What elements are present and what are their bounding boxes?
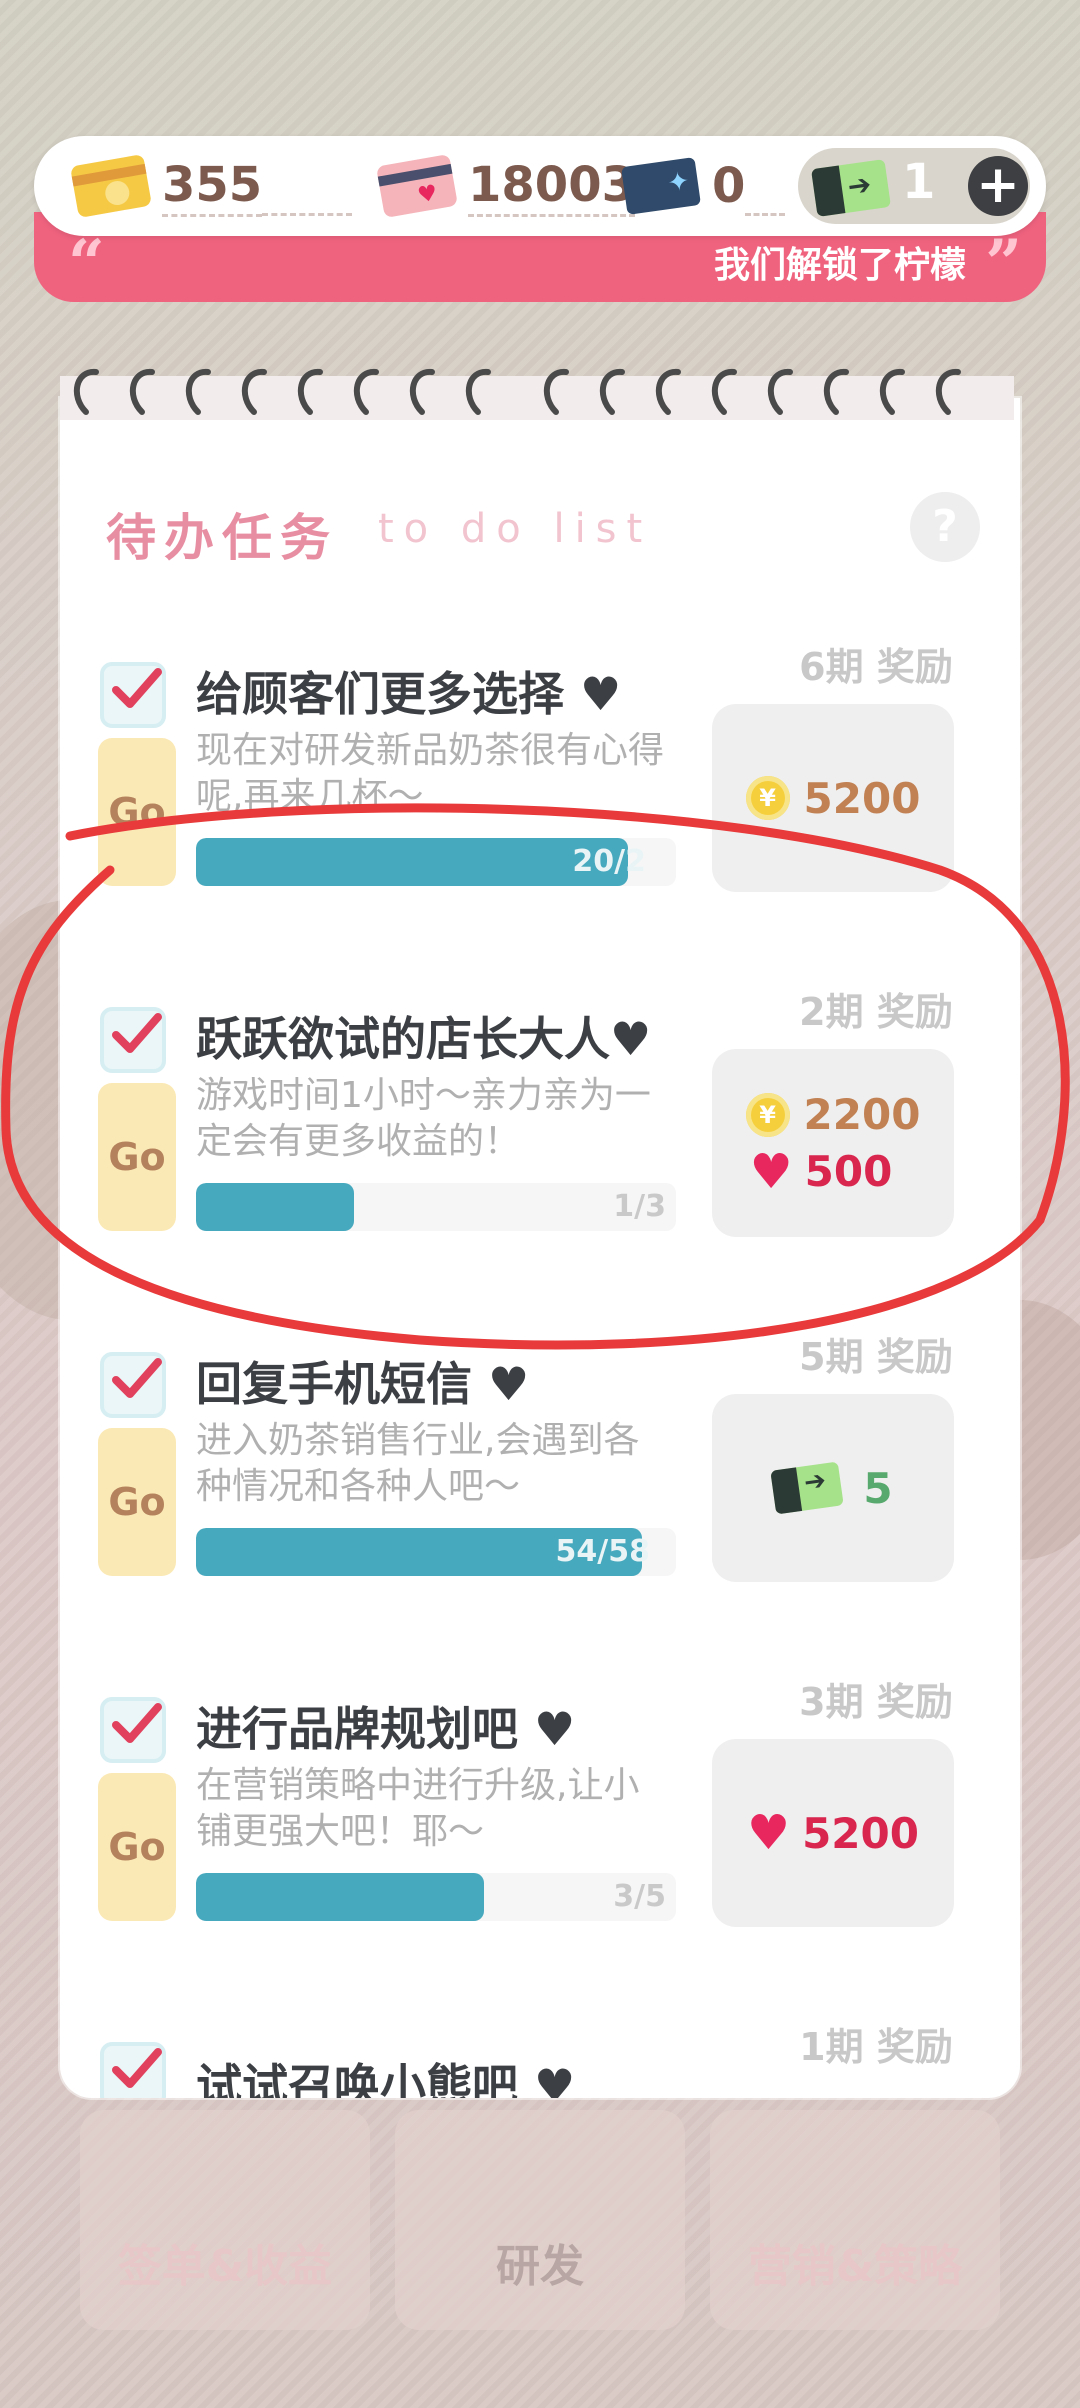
nav-label: 签单&收益 — [117, 2241, 333, 2292]
add-currency-button[interactable]: + — [968, 156, 1028, 216]
task-name: 回复手机短信 ♥ — [196, 1357, 530, 1411]
reward-value: 5200 — [802, 1808, 919, 1858]
reward-box[interactable]: ¥ 5200 — [712, 704, 954, 892]
progress-fill — [196, 1873, 484, 1921]
nav-tile-orders[interactable]: 签单&收益 — [80, 2110, 370, 2330]
coin-icon: ¥ — [745, 1092, 790, 1137]
progress-text: 3/5 — [613, 1879, 666, 1914]
task-name: 给顾客们更多选择 ♥ — [196, 667, 622, 721]
bottom-nav: 签单&收益 研发 营销&策略 — [80, 2080, 1000, 2340]
task-name: 试试召唤小熊吧 ♥ — [196, 2059, 576, 2098]
checkbox-icon — [100, 1007, 166, 1073]
nav-label: 研发 — [496, 2241, 584, 2292]
task-item: Go 回复手机短信 ♥ 进入奶茶销售行业,会遇到各种情况和各种人吧～ 54/58… — [60, 1308, 1020, 1653]
spiral-rings-icon — [74, 368, 961, 415]
reward-row: ♥ 5200 — [747, 1809, 919, 1858]
progress-bar: 3/5 — [196, 1873, 676, 1921]
task-description: 现在对研发新品奶茶很有心得呢,再来几杯～ — [196, 730, 665, 817]
coin-currency: 355 — [70, 153, 353, 219]
close-quote-icon: ” — [985, 226, 1022, 301]
cash-ticket-icon: ➔ — [770, 1461, 845, 1515]
currency-bar: 355 ♥ 18003 ✦ 0 ➔ 1 + — [34, 136, 1046, 236]
reward-value: 500 — [804, 1147, 893, 1196]
go-button[interactable]: Go — [98, 738, 176, 886]
heart-card-icon: ♥ — [376, 153, 458, 219]
notebook-spiral — [56, 362, 1018, 420]
heart-icon: ♥ — [749, 1143, 793, 1200]
nav-tile-marketing[interactable]: 营销&策略 — [710, 2110, 1000, 2330]
reward-value: 5200 — [803, 773, 921, 823]
progress-text: 1/3 — [613, 1189, 666, 1224]
reward-box[interactable]: ¥ 2200 ♥ 500 — [712, 1049, 954, 1237]
reward-period: 5期 奖励 — [799, 1335, 953, 1379]
task-item: Go 进行品牌规划吧 ♥ 在营销策略中进行升级,让小铺更强大吧！耶～ 3/5 3… — [60, 1653, 1020, 1998]
ticket-amount: 0 — [712, 158, 746, 214]
progress-fill — [196, 838, 628, 886]
list-title: 待办任务 — [106, 509, 338, 567]
reward-row: ➔ 5 — [770, 1461, 893, 1515]
reward-period: 1期 奖励 — [799, 2025, 953, 2069]
reward-box[interactable]: ➔ 5 — [712, 1394, 954, 1582]
open-quote-icon: “ — [68, 226, 105, 301]
todo-notebook: 待办任务 to do list ? Go 给顾客们更多选择 ♥ 现在对研发新品奶… — [60, 398, 1020, 2098]
cash-amount: 1 — [902, 154, 936, 210]
progress-fill — [196, 1183, 355, 1231]
reward-period: 2期 奖励 — [799, 990, 953, 1034]
cash-ticket-icon: ➔ — [811, 159, 891, 217]
marquee-text: 我们解锁了柠檬 — [713, 245, 966, 286]
go-button[interactable]: Go — [98, 1428, 176, 1576]
reward-row: ¥ 2200 — [745, 1090, 921, 1139]
progress-bar: 20/2 — [196, 838, 676, 886]
reward-row: ¥ 5200 — [745, 773, 921, 823]
go-button[interactable]: Go — [98, 1773, 176, 1921]
ticket-currency: ✦ 0 — [621, 154, 786, 218]
progress-text: 20/2 — [572, 844, 646, 879]
task-name: 跃跃欲试的店长大人♥ — [196, 1012, 652, 1066]
task-item: Go 给顾客们更多选择 ♥ 现在对研发新品奶茶很有心得呢,再来几杯～ 20/2 … — [60, 618, 1020, 963]
task-description: 进入奶茶销售行业,会遇到各种情况和各种人吧～ — [196, 1420, 640, 1507]
task-item: 试试召唤小熊吧 ♥ 1期 奖励 — [60, 1998, 1020, 2098]
checkbox-icon — [100, 2042, 166, 2098]
reward-value: 5 — [863, 1463, 893, 1513]
progress-text: 54/58 — [555, 1534, 650, 1569]
help-button[interactable]: ? — [910, 492, 980, 562]
task-name: 进行品牌规划吧 ♥ — [196, 1702, 576, 1756]
nav-label: 营销&策略 — [747, 2241, 963, 2292]
checkbox-icon — [100, 1352, 166, 1418]
task-item: Go 跃跃欲试的店长大人♥ 游戏时间1小时～亲力亲为一定会有更多收益的！ 1/3… — [60, 963, 1020, 1308]
checkbox-icon — [100, 662, 166, 728]
task-description: 在营销策略中进行升级,让小铺更强大吧！耶～ — [196, 1765, 640, 1852]
coin-icon: ¥ — [745, 776, 790, 820]
coin-amount: 355 — [162, 156, 263, 217]
list-subtitle: to do list — [378, 506, 653, 552]
reward-row: ♥ 500 — [750, 1147, 893, 1196]
heart-currency: ♥ 18003 — [376, 153, 635, 219]
heart-icon: ♥ — [747, 1805, 791, 1861]
reward-period: 3期 奖励 — [799, 1680, 953, 1724]
progress-bar: 1/3 — [196, 1183, 676, 1231]
reward-period: 6期 奖励 — [799, 645, 953, 689]
checkbox-icon — [100, 1697, 166, 1763]
task-description: 游戏时间1小时～亲力亲为一定会有更多收益的！ — [196, 1075, 651, 1162]
reward-value: 2200 — [803, 1090, 921, 1139]
coin-card-icon — [70, 153, 152, 219]
go-button[interactable]: Go — [98, 1083, 176, 1231]
heart-amount: 18003 — [468, 156, 635, 217]
nav-tile-research[interactable]: 研发 — [395, 2110, 685, 2330]
reward-box[interactable]: ♥ 5200 — [712, 1739, 954, 1927]
blue-ticket-icon: ✦ — [621, 157, 701, 215]
progress-bar: 54/58 — [196, 1528, 676, 1576]
